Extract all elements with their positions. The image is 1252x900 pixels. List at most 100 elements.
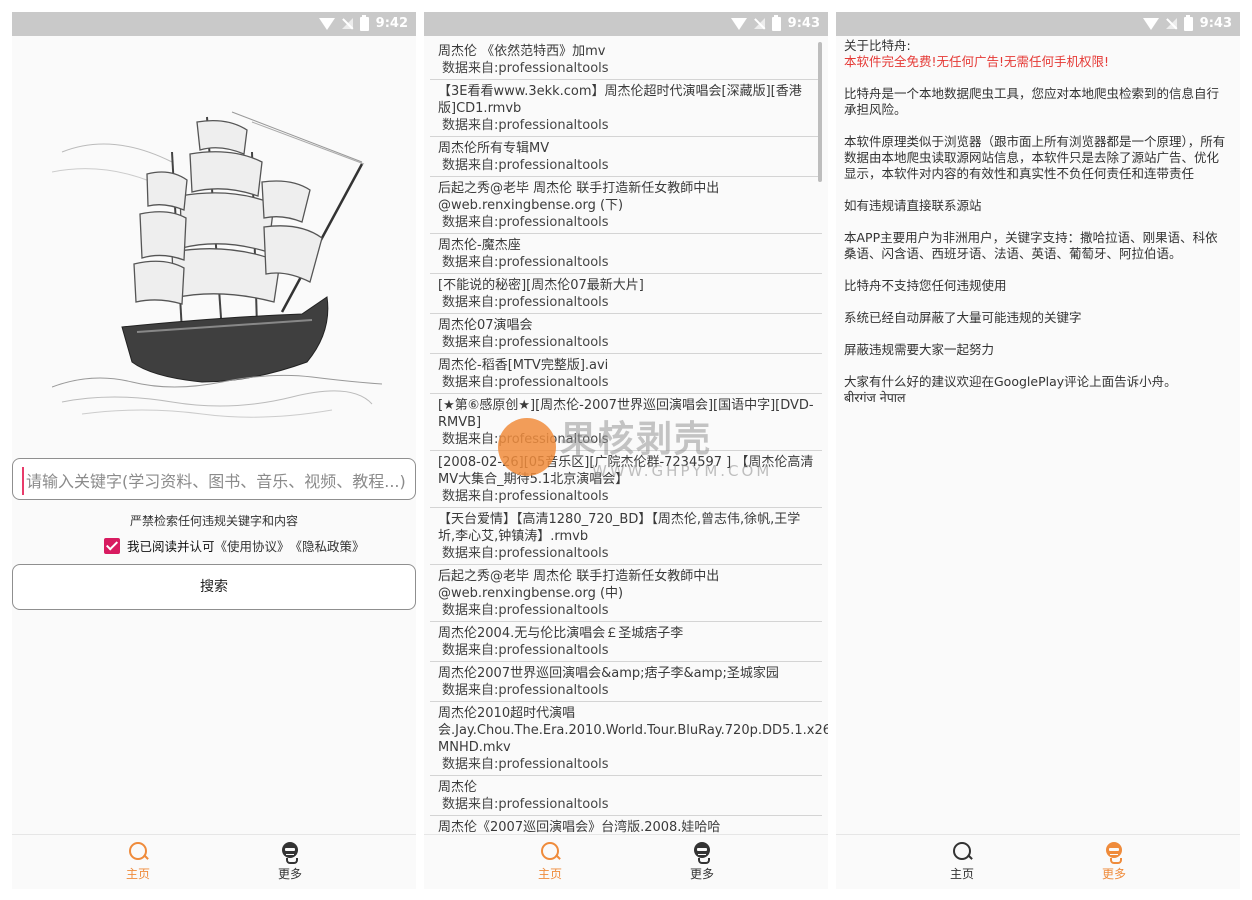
battery-icon — [771, 14, 781, 31]
free-notice: 本软件完全免费!无任何广告!无需任何手机权限! — [844, 54, 1110, 69]
result-source: 数据来自:professionaltools — [442, 375, 609, 390]
bottom-tab-bar: 主页 更多 — [12, 834, 416, 889]
result-title: [2008-02-26][05音乐区][广院杰伦群-7234597 ] 【周杰伦… — [438, 455, 814, 487]
about-paragraph: 大家有什么好的建议欢迎在GooglePlay评论上面告诉小舟。 — [844, 374, 1177, 389]
wifi-icon — [1142, 17, 1159, 30]
about-location: बीरगंज नेपाल — [844, 390, 906, 405]
signal-icon — [1165, 18, 1177, 29]
result-title: [不能说的秘密][周杰伦07最新大片] — [438, 278, 644, 293]
wifi-icon — [730, 17, 747, 30]
wifi-icon — [318, 17, 335, 30]
about-heading: 关于比特舟: — [844, 38, 911, 53]
result-title: 周杰伦07演唱会 — [438, 318, 533, 333]
sailing-ship-illustration — [52, 111, 382, 418]
results-screen: 9:43 周杰伦 《依然范特西》加mv 数据来自:professionaltool… — [424, 12, 828, 889]
tab-more-label: 更多 — [1101, 867, 1126, 881]
more-icon — [1104, 841, 1124, 864]
tab-more[interactable]: 更多 — [260, 841, 320, 882]
result-title: 后起之秀@老毕 周杰伦 联手打造新任女教師中出@web.renxingbense… — [438, 569, 720, 601]
about-paragraph: 系统已经自动屏蔽了大量可能违规的关键字 — [844, 310, 1082, 325]
result-title: 周杰伦 《依然范特西》加mv — [438, 44, 606, 59]
tab-home[interactable]: 主页 — [108, 841, 168, 882]
result-title: 周杰伦-稻香[MTV完整版].avi — [438, 358, 609, 373]
signal-icon — [341, 18, 353, 29]
result-item[interactable]: 周杰伦 《依然范特西》加mv 数据来自:professionaltools — [430, 40, 822, 80]
search-box[interactable] — [12, 458, 416, 500]
about-paragraph: 本APP主要用户为非洲用户，关键字支持：撒哈拉语、刚果语、科依桑语、闪含语、西班… — [844, 230, 1218, 261]
agree-checkbox[interactable] — [104, 537, 120, 554]
result-item[interactable]: [2008-02-26][05音乐区][广院杰伦群-7234597 ] 【周杰伦… — [430, 451, 822, 508]
result-title: 周杰伦2007世界巡回演唱会&amp;痞子李&amp;圣城家园 — [438, 666, 779, 681]
search-icon — [540, 841, 560, 863]
result-item[interactable]: 后起之秀@老毕 周杰伦 联手打造新任女教師中出@web.renxingbense… — [430, 177, 822, 234]
battery-icon — [359, 14, 369, 31]
result-source: 数据来自:professionaltools — [442, 335, 609, 350]
search-icon — [128, 841, 148, 863]
result-source: 数据来自:professionaltools — [442, 432, 609, 447]
result-source: 数据来自:professionaltools — [442, 255, 609, 270]
result-item[interactable]: 周杰伦07演唱会数据来自:professionaltools — [430, 314, 822, 354]
result-item[interactable]: 周杰伦2004.无与伦比演唱会￡圣城痞子李数据来自:professionalto… — [430, 622, 822, 662]
result-item[interactable]: 【3E看看www.3ekk.com】周杰伦超时代演唱会[深藏版][香港版]CD1… — [430, 80, 822, 137]
search-input[interactable] — [22, 467, 410, 495]
tab-more[interactable]: 更多 — [672, 841, 732, 882]
terms-link[interactable]: 《使用协议》 — [215, 536, 290, 555]
result-item[interactable]: 后起之秀@老毕 周杰伦 联手打造新任女教師中出@web.renxingbense… — [430, 565, 822, 622]
tab-home-label: 主页 — [537, 867, 562, 881]
status-bar: 9:43 — [424, 12, 828, 36]
more-icon — [692, 841, 712, 864]
result-item[interactable]: 周杰伦数据来自:professionaltools — [430, 776, 822, 816]
tab-home-label: 主页 — [949, 867, 974, 881]
result-item[interactable]: 周杰伦-魔杰座 数据来自:professionaltools — [430, 234, 822, 274]
tab-home[interactable]: 主页 — [520, 841, 580, 882]
tab-home[interactable]: 主页 — [932, 841, 992, 882]
result-source: 数据来自:professionaltools — [442, 797, 609, 812]
about-content: 关于比特舟: 本软件完全免费!无任何广告!无需任何手机权限! 比特舟是一个本地数… — [844, 38, 1230, 406]
result-source: 数据来自:professionaltools — [442, 757, 609, 772]
result-item[interactable]: 周杰伦2007世界巡回演唱会&amp;痞子李&amp;圣城家园 数据来自:prof… — [430, 662, 822, 702]
warning-text: 严禁检索任何违规关键字和内容 — [129, 514, 298, 528]
bottom-tab-bar: 主页 更多 — [424, 834, 828, 889]
result-item[interactable]: [★第⑥感原创★][周杰伦-2007世界巡回演唱会][国语中字][DVD-RMV… — [430, 394, 822, 451]
battery-icon — [1183, 14, 1193, 31]
result-source: 数据来自:professionaltools — [442, 295, 609, 310]
result-item[interactable]: 周杰伦-稻香[MTV完整版].avi 数据来自:professionaltools — [430, 354, 822, 394]
result-item[interactable]: [不能说的秘密][周杰伦07最新大片] 数据来自:professionaltool… — [430, 274, 822, 314]
result-title: 【天台爱情】【高清1280_720_BD】【周杰伦,曾志伟,徐帆,王学圻,李心艾… — [438, 512, 801, 544]
agree-label: 我已阅读并认可 — [127, 539, 215, 554]
signal-icon — [753, 18, 765, 29]
result-source: 数据来自:professionaltools — [442, 603, 609, 618]
result-title: 周杰伦2010超时代演唱会.Jay.Chou.The.Era.2010.Worl… — [438, 706, 828, 755]
home-screen: 9:42 严禁检索任何违规关键 — [12, 12, 416, 889]
about-screen: 9:43 关于比特舟: 本软件完全免费!无任何广告!无需任何手机权限! 比特舟是… — [836, 12, 1240, 889]
result-item[interactable]: 【天台爱情】【高清1280_720_BD】【周杰伦,曾志伟,徐帆,王学圻,李心艾… — [430, 508, 822, 565]
privacy-link[interactable]: 《隐私政策》 — [290, 536, 365, 555]
tab-more-label: 更多 — [689, 867, 714, 881]
result-item[interactable]: 周杰伦所有专辑MV 数据来自:professionaltools — [430, 137, 822, 177]
result-title: 周杰伦 — [438, 780, 478, 795]
clock: 9:43 — [787, 16, 820, 31]
search-button[interactable]: 搜索 — [12, 564, 416, 610]
result-title: 周杰伦所有专辑MV — [438, 141, 550, 156]
result-title: 周杰伦2004.无与伦比演唱会￡圣城痞子李 — [438, 626, 684, 641]
scrollbar[interactable] — [818, 42, 822, 182]
result-source: 数据来自:professionaltools — [442, 118, 609, 133]
result-source: 数据来自:professionaltools — [442, 489, 609, 504]
result-source: 数据来自:professionaltools — [442, 546, 609, 561]
result-source: 数据来自:professionaltools — [442, 61, 609, 76]
result-source: 数据来自:professionaltools — [442, 158, 609, 173]
more-icon — [280, 841, 300, 864]
clock: 9:43 — [1199, 16, 1232, 31]
agreement-row: 我已阅读并认可 《使用协议》 《隐私政策》 — [104, 536, 365, 555]
bottom-tab-bar: 主页 更多 — [836, 834, 1240, 889]
result-source: 数据来自:professionaltools — [442, 643, 609, 658]
result-item[interactable]: 周杰伦2010超时代演唱会.Jay.Chou.The.Era.2010.Worl… — [430, 702, 828, 776]
tab-more[interactable]: 更多 — [1084, 841, 1144, 882]
about-paragraph: 屏蔽违规需要大家一起努力 — [844, 342, 995, 357]
result-title: 后起之秀@老毕 周杰伦 联手打造新任女教師中出@web.renxingbense… — [438, 181, 720, 213]
tab-more-label: 更多 — [277, 867, 302, 881]
tab-home-label: 主页 — [125, 867, 150, 881]
about-paragraph: 比特舟不支持您任何违规使用 — [844, 278, 1007, 293]
result-title: 【3E看看www.3ekk.com】周杰伦超时代演唱会[深藏版][香港版]CD1… — [438, 84, 802, 116]
status-bar: 9:42 — [12, 12, 416, 36]
